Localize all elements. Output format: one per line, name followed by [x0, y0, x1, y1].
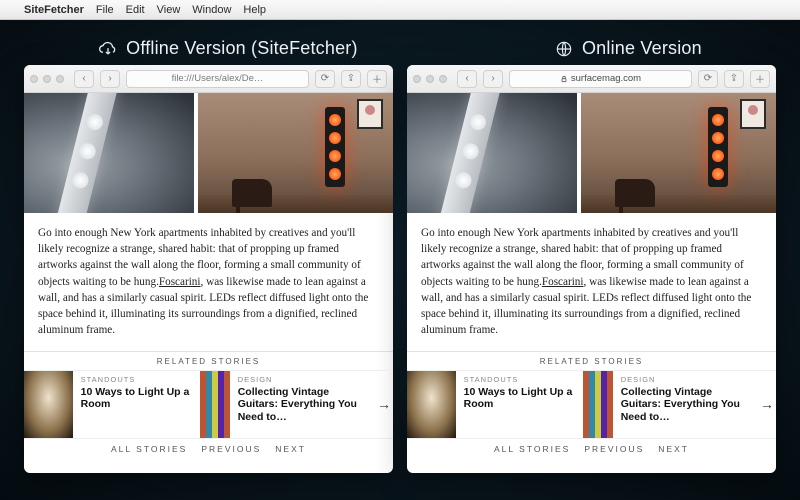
related-stories-heading: RELATED STORIES [24, 351, 393, 370]
pane-offline: ‹ › file:///Users/alex/De… ⟳ ⇪ ＋ Go into… [24, 65, 393, 473]
pager-all[interactable]: ALL STORIES [494, 444, 570, 454]
article-body: Go into enough New York apartments inhab… [24, 213, 393, 351]
pager-next[interactable]: NEXT [658, 444, 689, 454]
related-title: 10 Ways to Light Up a Room [464, 386, 575, 411]
forward-button[interactable]: › [100, 70, 120, 88]
related-eyebrow: STANDOUTS [464, 375, 575, 384]
address-bar-online[interactable]: surfacemag.com [509, 70, 692, 88]
hero-images [407, 93, 776, 213]
reload-button[interactable]: ⟳ [315, 70, 335, 88]
address-bar-offline[interactable]: file:///Users/alex/De… [126, 70, 309, 88]
menubar-item-edit[interactable]: Edit [126, 4, 145, 16]
related-next-arrow-icon[interactable]: → [758, 371, 776, 438]
related-card-1[interactable]: STANDOUTS 10 Ways to Light Up a Room [407, 371, 583, 438]
new-tab-button[interactable]: ＋ [750, 70, 770, 88]
related-eyebrow: STANDOUTS [81, 375, 192, 384]
address-text: surfacemag.com [571, 73, 641, 84]
menubar-item-help[interactable]: Help [243, 4, 266, 16]
related-pager: ALL STORIES PREVIOUS NEXT [407, 438, 776, 459]
related-title: 10 Ways to Light Up a Room [81, 386, 192, 411]
lock-icon [560, 75, 568, 83]
menubar-app-name[interactable]: SiteFetcher [24, 4, 84, 16]
traffic-lights[interactable] [30, 75, 64, 83]
related-thumb-icon [24, 371, 73, 438]
pager-prev[interactable]: PREVIOUS [584, 444, 644, 454]
forward-button[interactable]: › [483, 70, 503, 88]
share-button[interactable]: ⇪ [724, 70, 744, 88]
back-button[interactable]: ‹ [74, 70, 94, 88]
mac-menubar: SiteFetcher File Edit View Window Help [0, 0, 800, 20]
hero-image-interior [577, 93, 776, 213]
hero-images [24, 93, 393, 213]
reload-button[interactable]: ⟳ [698, 70, 718, 88]
menubar-item-view[interactable]: View [157, 4, 181, 16]
browser-chrome-offline: ‹ › file:///Users/alex/De… ⟳ ⇪ ＋ [24, 65, 393, 93]
related-card-2[interactable]: DESIGN Collecting Vintage Guitars: Every… [200, 371, 376, 438]
related-cards: STANDOUTS 10 Ways to Light Up a Room DES… [407, 370, 776, 438]
heading-online-label: Online Version [582, 38, 702, 59]
related-thumb-icon [200, 371, 230, 438]
menubar-item-window[interactable]: Window [192, 4, 231, 16]
new-tab-button[interactable]: ＋ [367, 70, 387, 88]
back-button[interactable]: ‹ [457, 70, 477, 88]
related-title: Collecting Vintage Guitars: Everything Y… [621, 386, 750, 424]
hero-image-interior [194, 93, 393, 213]
cloud-download-icon [98, 39, 118, 59]
pager-prev[interactable]: PREVIOUS [201, 444, 261, 454]
menubar-item-file[interactable]: File [96, 4, 114, 16]
heading-offline: Offline Version (SiteFetcher) [98, 38, 358, 59]
hero-image-lamp [24, 93, 194, 213]
related-eyebrow: DESIGN [621, 375, 750, 384]
related-title: Collecting Vintage Guitars: Everything Y… [238, 386, 367, 424]
related-cards: STANDOUTS 10 Ways to Light Up a Room DES… [24, 370, 393, 438]
article-link-foscarini[interactable]: Foscarini [159, 276, 201, 288]
related-pager: ALL STORIES PREVIOUS NEXT [24, 438, 393, 459]
pager-all[interactable]: ALL STORIES [111, 444, 187, 454]
article-body: Go into enough New York apartments inhab… [407, 213, 776, 351]
hero-image-lamp [407, 93, 577, 213]
page-content-offline: Go into enough New York apartments inhab… [24, 93, 393, 473]
article-link-foscarini[interactable]: Foscarini [542, 276, 584, 288]
traffic-lights[interactable] [413, 75, 447, 83]
related-card-1[interactable]: STANDOUTS 10 Ways to Light Up a Room [24, 371, 200, 438]
heading-online: Online Version [554, 38, 702, 59]
related-thumb-icon [407, 371, 456, 438]
comparison-headings: Offline Version (SiteFetcher) Online Ver… [0, 20, 800, 65]
address-text: file:///Users/alex/De… [172, 73, 264, 84]
related-thumb-icon [583, 371, 613, 438]
comparison-panes: ‹ › file:///Users/alex/De… ⟳ ⇪ ＋ Go into… [0, 65, 800, 473]
related-stories-heading: RELATED STORIES [407, 351, 776, 370]
related-card-2[interactable]: DESIGN Collecting Vintage Guitars: Every… [583, 371, 759, 438]
pane-online: ‹ › surfacemag.com ⟳ ⇪ ＋ Go into enou [407, 65, 776, 473]
globe-icon [554, 39, 574, 59]
browser-chrome-online: ‹ › surfacemag.com ⟳ ⇪ ＋ [407, 65, 776, 93]
related-next-arrow-icon[interactable]: → [375, 371, 393, 438]
share-button[interactable]: ⇪ [341, 70, 361, 88]
related-eyebrow: DESIGN [238, 375, 367, 384]
pager-next[interactable]: NEXT [275, 444, 306, 454]
page-content-online: Go into enough New York apartments inhab… [407, 93, 776, 473]
heading-offline-label: Offline Version (SiteFetcher) [126, 38, 358, 59]
